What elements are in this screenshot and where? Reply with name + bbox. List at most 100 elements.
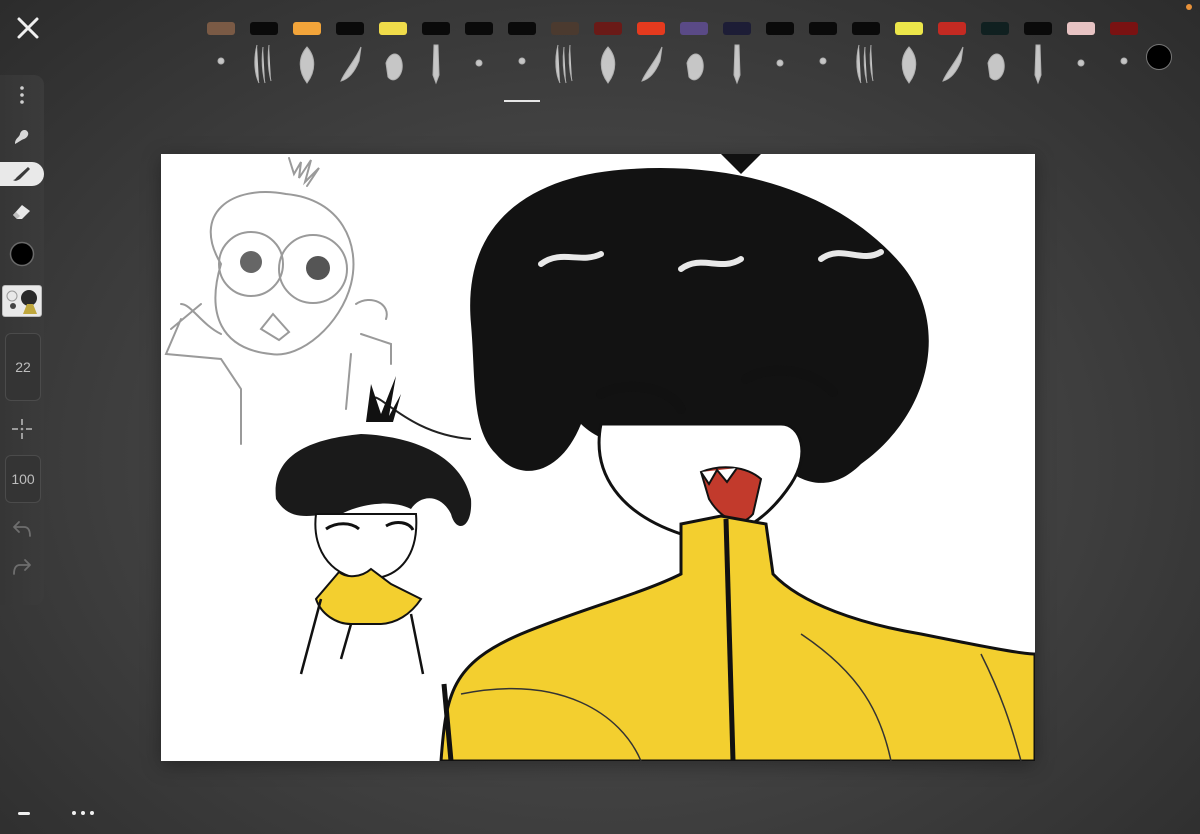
brush-spray[interactable] [635, 14, 667, 96]
color-tool-button[interactable] [0, 241, 44, 267]
brush-stroke-preview-icon [299, 46, 315, 84]
layers-thumbnail-icon [2, 285, 42, 317]
brush-ink-wash[interactable] [592, 14, 624, 96]
brush-technical-pen[interactable] [764, 14, 796, 96]
brush-color-chip [336, 22, 364, 35]
brush-airbrush[interactable] [291, 14, 323, 96]
brush-color-chip [852, 22, 880, 35]
brush-stroke-preview-icon [217, 57, 225, 65]
brush-color-chip [680, 22, 708, 35]
brush-stroke-preview-icon [733, 44, 741, 85]
brush-stroke-preview-icon [819, 57, 827, 65]
brush-blur[interactable] [1022, 14, 1054, 96]
brush-color-chip [1024, 22, 1052, 35]
brush-stroke-preview-icon [518, 57, 526, 65]
brush-smudge[interactable] [248, 14, 280, 96]
brush-wash[interactable] [1065, 14, 1097, 96]
brush-soft[interactable] [205, 14, 237, 96]
brush-color-chip [766, 22, 794, 35]
layers-button[interactable] [0, 283, 44, 319]
drawing-canvas[interactable] [161, 154, 1035, 761]
color-swatch-icon [9, 241, 35, 267]
brush-color-chip [895, 22, 923, 35]
brush-stroke-preview-icon [776, 59, 784, 67]
brush-color-chip [637, 22, 665, 35]
brush-watercolor[interactable] [377, 14, 409, 96]
more-options-button[interactable] [70, 806, 98, 818]
close-icon [17, 17, 39, 39]
brush-color-chip [1067, 22, 1095, 35]
eraser-tool-button[interactable] [0, 199, 44, 223]
brush-tool-button[interactable] [0, 162, 44, 186]
brush-marker[interactable] [678, 14, 710, 96]
brush-stroke-preview-icon [942, 46, 964, 82]
brush-stroke-preview-icon [686, 53, 704, 81]
brush-color-chip [293, 22, 321, 35]
brush-color-chip [422, 22, 450, 35]
brush-flat-marker[interactable] [979, 14, 1011, 96]
large-character [439, 154, 1035, 761]
brush-stroke-preview-icon [432, 44, 440, 85]
undo-button[interactable] [0, 517, 44, 541]
brush-color-chip [981, 22, 1009, 35]
close-button[interactable] [14, 14, 42, 42]
eraser-icon [13, 205, 30, 219]
brush-stroke-preview-icon [340, 46, 362, 82]
brush-stroke-preview-icon [600, 46, 616, 84]
brush-stroke-preview-icon [1077, 59, 1085, 67]
brush-stroke-preview-icon [856, 44, 874, 84]
brush-size-value: 22 [15, 359, 31, 375]
brush-ink[interactable] [334, 14, 366, 96]
brush-calligraphy[interactable] [721, 14, 753, 96]
sketch-character [164, 157, 392, 445]
brush-stroke-preview-icon [1034, 44, 1042, 85]
brush-stroke-preview-icon [555, 44, 573, 84]
brush-rack [205, 14, 1140, 102]
brush-opacity-value: 100 [11, 471, 35, 487]
brush-stroke-preview-icon [254, 44, 272, 84]
brush-soft-dot[interactable] [463, 14, 495, 96]
transform-crosshair-icon [12, 419, 32, 439]
brush-stroke-preview-icon [1120, 57, 1128, 65]
more-menu-button[interactable] [0, 83, 44, 107]
brush-stroke-preview-icon [475, 59, 483, 67]
brush-color-chip [250, 22, 278, 35]
brush-size-slider[interactable]: 22 [5, 333, 41, 401]
brush-fineliner[interactable] [504, 14, 540, 102]
left-toolbar: 22 100 [0, 75, 44, 605]
brush-opacity-slider[interactable]: 100 [5, 455, 41, 503]
redo-icon [13, 559, 31, 575]
more-horizontal-icon [72, 811, 94, 815]
brush-color-chip [207, 22, 235, 35]
transform-button[interactable] [0, 417, 44, 441]
brush-splatter[interactable] [850, 14, 882, 96]
brush-color-chip [809, 22, 837, 35]
status-indicator-dot [1186, 4, 1192, 10]
brush-color-chip [594, 22, 622, 35]
brush-color-chip [938, 22, 966, 35]
brush-color-chip [1110, 22, 1138, 35]
brush-color-chip [379, 22, 407, 35]
smudge-icon [15, 130, 29, 144]
brush-chalk[interactable] [549, 14, 581, 96]
brush-stroke-preview-icon [901, 46, 917, 84]
redo-button[interactable] [0, 555, 44, 579]
smudge-tool-button[interactable] [0, 125, 44, 149]
current-color-swatch[interactable] [1146, 44, 1172, 70]
brush-color-chip [508, 22, 536, 35]
brush-hatch[interactable] [807, 14, 839, 96]
brush-stroke-preview-icon [987, 53, 1005, 81]
brush-round-brush[interactable] [893, 14, 925, 96]
brush-stroke-preview-icon [385, 53, 403, 81]
minimize-icon [18, 812, 30, 815]
more-vertical-icon [20, 86, 24, 104]
brush-pencil[interactable] [420, 14, 452, 96]
brush-stroke-preview-icon [641, 46, 663, 82]
canvas-artwork [164, 154, 1035, 761]
brush-dry-brush[interactable] [936, 14, 968, 96]
minimize-toolbar-button[interactable] [16, 806, 32, 818]
small-character [275, 376, 472, 675]
brush-eraser-brush[interactable] [1108, 14, 1140, 96]
brush-color-chip [723, 22, 751, 35]
brush-icon [13, 167, 30, 181]
